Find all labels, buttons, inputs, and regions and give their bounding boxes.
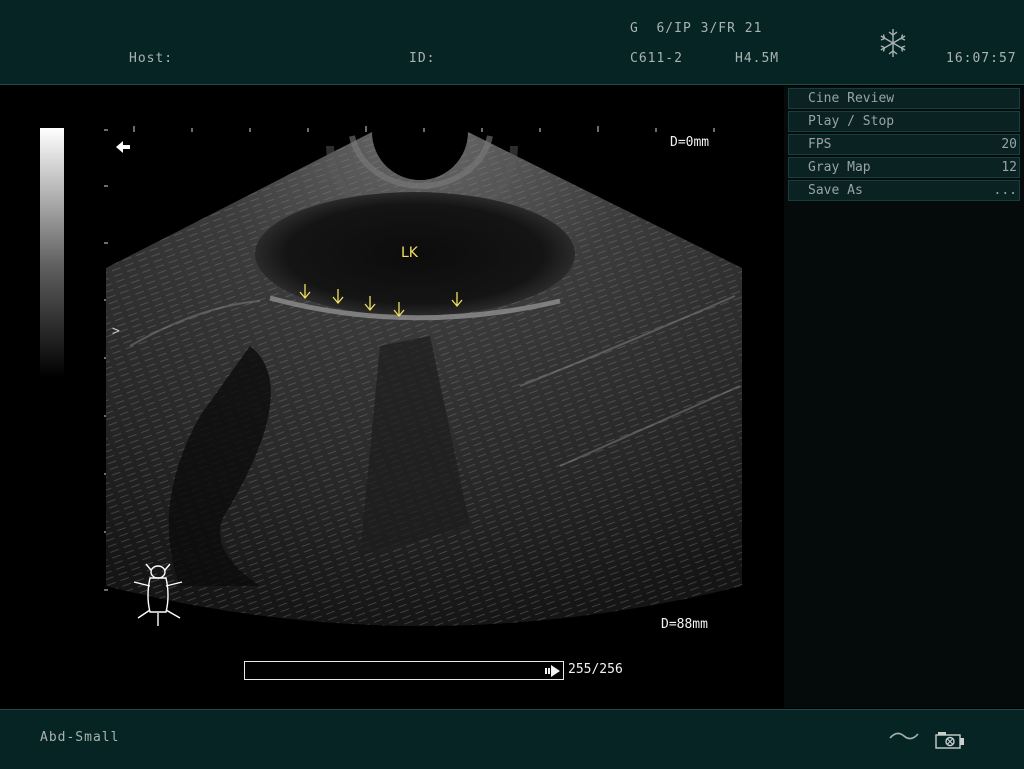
menu-item-value: 12 (1001, 160, 1017, 175)
menu-item-cine-review[interactable]: Cine Review (788, 88, 1020, 109)
menu-item-save-as[interactable]: Save As ... (788, 180, 1020, 201)
cine-review-menu: Cine Review Play / Stop FPS 20 Gray Map … (784, 86, 1024, 708)
bottom-status-bar: Abd-Small (0, 709, 1024, 769)
clock-time: 16:07:57 (946, 51, 1017, 66)
grayscale-bar (40, 128, 64, 378)
organ-label: LK (401, 245, 418, 261)
imaging-params: G 6/IP 3/FR 21 (630, 21, 763, 36)
depth-bottom-label: D=88mm (661, 617, 708, 632)
menu-item-play-stop[interactable]: Play / Stop (788, 111, 1020, 132)
focus-marker: > (112, 324, 120, 339)
frame-counter: 255/256 (568, 662, 623, 677)
menu-item-value: ... (993, 183, 1017, 198)
menu-item-label: Play / Stop (808, 114, 895, 129)
preset-name: Abd-Small (40, 730, 120, 745)
menu-item-label: Cine Review (808, 91, 895, 106)
probe-name: C611-2 (630, 51, 683, 66)
wave-icon[interactable] (888, 728, 920, 744)
lateral-ruler (133, 126, 715, 132)
arrow-left-icon (116, 141, 130, 153)
cine-progress-fill (245, 662, 562, 679)
menu-item-fps[interactable]: FPS 20 (788, 134, 1020, 155)
depth-top-label: D=0mm (670, 135, 710, 150)
camera-icon[interactable] (934, 730, 966, 750)
id-label: ID: (409, 51, 436, 66)
menu-item-label: Save As (808, 183, 863, 198)
snowflake-icon[interactable] (876, 26, 910, 60)
ultrasound-sector (40, 126, 742, 626)
menu-item-value: 20 (1001, 137, 1017, 152)
top-status-bar: G 6/IP 3/FR 21 Host: ID: C611-2 H4.5M 16… (0, 0, 1024, 85)
frequency: H4.5M (735, 51, 780, 66)
menu-item-label: FPS (808, 137, 832, 152)
host-label: Host: (129, 51, 174, 66)
menu-item-gray-map[interactable]: Gray Map 12 (788, 157, 1020, 178)
play-arrow-icon[interactable] (544, 664, 562, 678)
cine-progress-bar[interactable] (244, 661, 564, 680)
ultrasound-image-area[interactable]: > D=0mm D=88mm LK (0, 86, 783, 708)
menu-item-label: Gray Map (808, 160, 871, 175)
